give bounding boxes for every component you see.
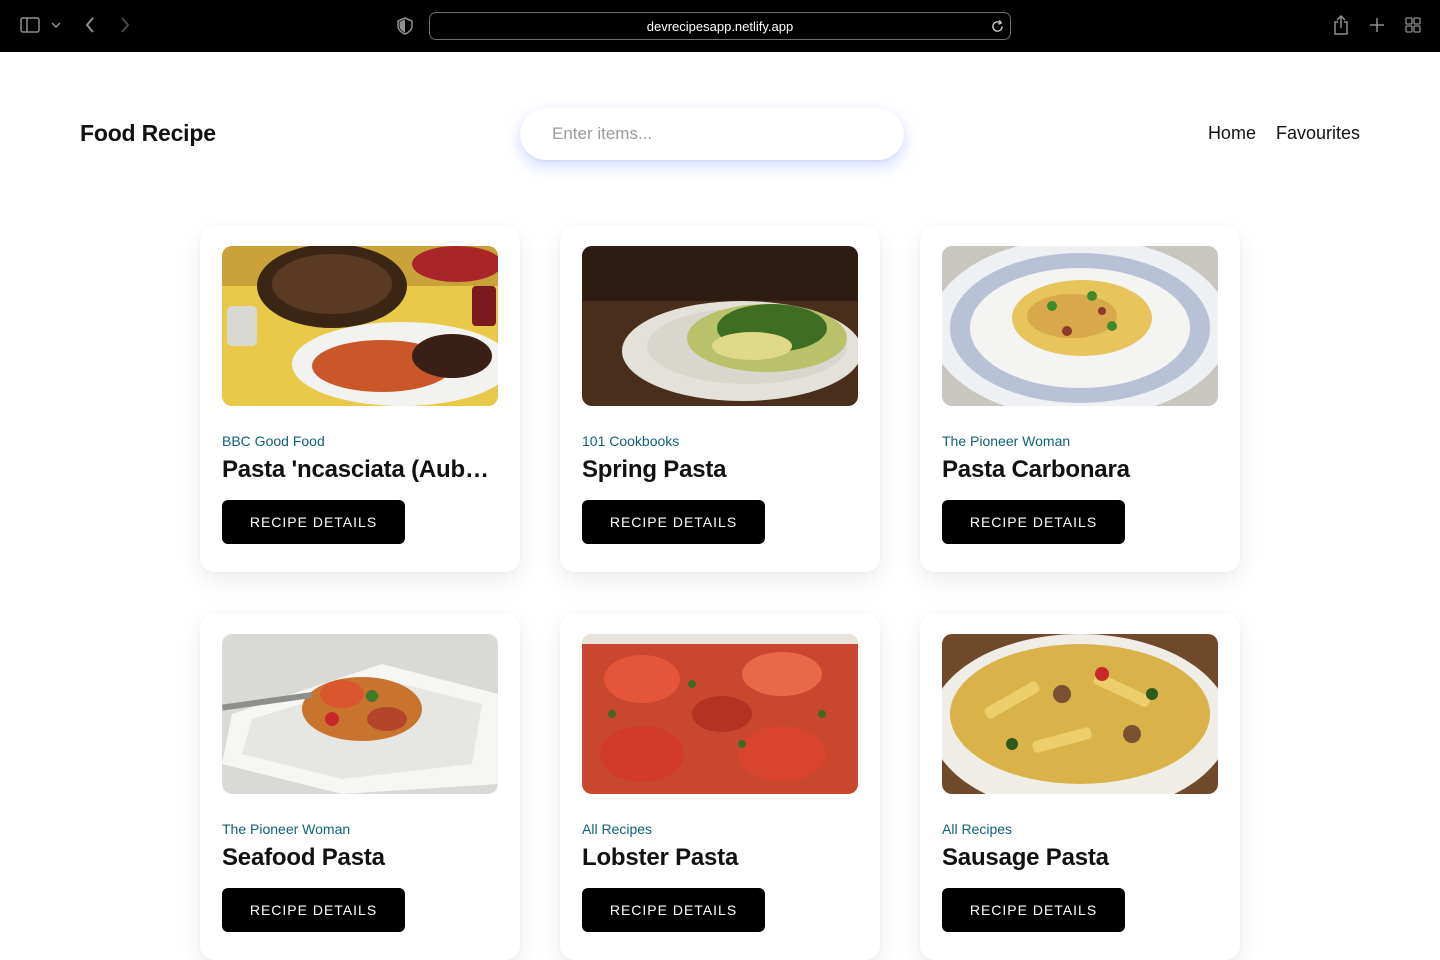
recipe-image[interactable] — [942, 634, 1218, 794]
recipe-details-button[interactable]: RECIPE DETAILS — [582, 500, 765, 544]
recipe-title: Pasta 'ncasciata (Aube… — [222, 456, 498, 483]
recipe-title: Lobster Pasta — [582, 844, 739, 871]
plus-icon[interactable] — [1368, 16, 1386, 34]
recipe-details-button[interactable]: RECIPE DETAILS — [582, 888, 765, 932]
recipe-grid: BBC Good Food Pasta 'ncasciata (Aube… RE… — [200, 226, 1240, 960]
chevron-down-icon[interactable] — [50, 18, 62, 32]
main-nav: Home Favourites — [1208, 123, 1360, 144]
recipe-title: Pasta Carbonara — [942, 456, 1130, 483]
recipe-card: All Recipes Lobster Pasta RECIPE DETAILS — [560, 614, 880, 960]
recipe-card: All Recipes Sausage Pasta RECIPE DETAILS — [920, 614, 1240, 960]
nav-favourites-link[interactable]: Favourites — [1276, 123, 1360, 144]
recipe-details-button[interactable]: RECIPE DETAILS — [222, 888, 405, 932]
recipe-card: 101 Cookbooks Spring Pasta RECIPE DETAIL… — [560, 226, 880, 572]
url-text: devrecipesapp.netlify.app — [646, 19, 794, 34]
browser-toolbar: devrecipesapp.netlify.app — [0, 0, 1440, 52]
search-input[interactable] — [520, 108, 904, 160]
recipe-image[interactable] — [942, 246, 1218, 406]
nav-home-link[interactable]: Home — [1208, 123, 1256, 144]
forward-icon[interactable] — [117, 15, 133, 35]
recipe-details-button[interactable]: RECIPE DETAILS — [942, 888, 1125, 932]
recipe-details-button[interactable]: RECIPE DETAILS — [222, 500, 405, 544]
address-bar[interactable]: devrecipesapp.netlify.app — [429, 12, 1011, 40]
recipe-publisher: All Recipes — [942, 821, 1013, 837]
recipe-card: BBC Good Food Pasta 'ncasciata (Aube… RE… — [200, 226, 520, 572]
recipe-card: The Pioneer Woman Pasta Carbonara RECIPE… — [920, 226, 1240, 572]
reload-icon[interactable] — [990, 19, 1004, 33]
search-bar — [520, 108, 904, 160]
recipe-image[interactable] — [582, 246, 858, 406]
recipe-title: Sausage Pasta — [942, 844, 1109, 871]
share-icon[interactable] — [1332, 14, 1350, 36]
recipe-publisher: The Pioneer Woman — [222, 821, 351, 837]
back-icon[interactable] — [82, 15, 98, 35]
recipe-image[interactable] — [582, 634, 858, 794]
recipe-title: Seafood Pasta — [222, 844, 385, 871]
recipe-publisher: All Recipes — [582, 821, 653, 837]
recipe-image[interactable] — [222, 634, 498, 794]
recipe-publisher: The Pioneer Woman — [942, 433, 1071, 449]
recipe-publisher: BBC Good Food — [222, 433, 325, 449]
site-logo[interactable]: Food Recipe — [80, 120, 216, 147]
shield-icon[interactable] — [396, 16, 414, 36]
sidebar-icon[interactable] — [20, 16, 40, 34]
recipe-card: The Pioneer Woman Seafood Pasta RECIPE D… — [200, 614, 520, 960]
recipe-title: Spring Pasta — [582, 456, 727, 483]
tab-grid-icon[interactable] — [1404, 16, 1422, 34]
recipe-publisher: 101 Cookbooks — [582, 433, 680, 449]
recipe-details-button[interactable]: RECIPE DETAILS — [942, 500, 1125, 544]
recipe-image[interactable] — [222, 246, 498, 406]
